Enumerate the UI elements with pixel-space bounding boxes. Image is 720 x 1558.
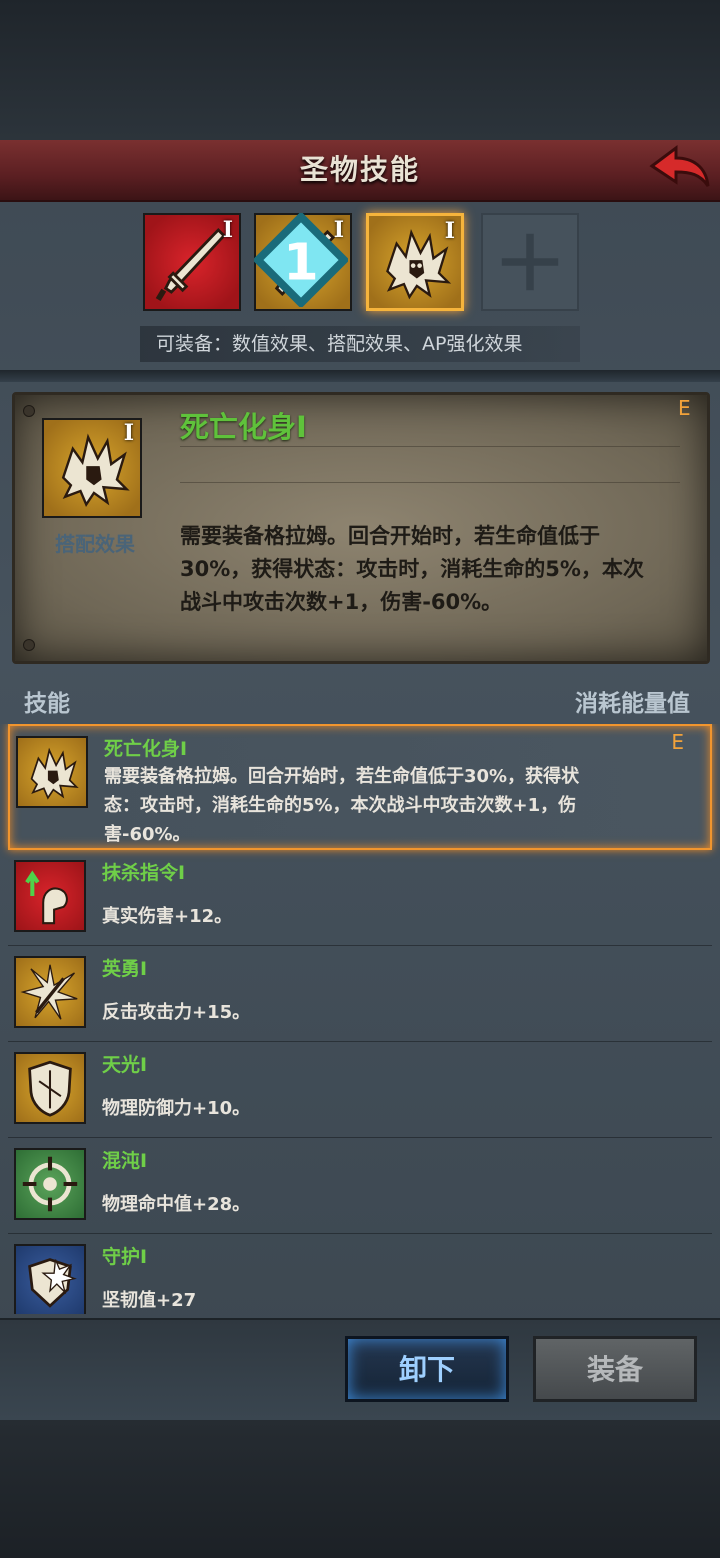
slot-1[interactable]: I	[143, 213, 241, 311]
gem-badge-count: 1	[283, 234, 318, 293]
skill-name: 抹杀指令Ⅰ	[102, 862, 186, 884]
guard-shield-icon	[28, 1258, 77, 1308]
skill-icon	[14, 860, 86, 932]
list-header-energy: 消耗能量值	[575, 691, 690, 717]
detail-skill-icon: I	[42, 418, 142, 518]
skill-desc: 物理防御力+10。	[102, 1098, 251, 1119]
skill-list-item[interactable]: 死亡化身Ⅰ E 需要装备格拉姆。回合开始时，若生命值低于30%，获得状态：攻击时…	[8, 724, 712, 850]
slot-grade: I	[222, 217, 233, 243]
page-title: 圣物技能	[299, 153, 420, 186]
back-arrow-icon	[649, 145, 710, 187]
rivet	[23, 405, 35, 417]
skill-desc: 物理命中值+28。	[102, 1194, 251, 1215]
slot-3[interactable]: I	[366, 213, 464, 311]
back-button[interactable]	[646, 142, 712, 194]
skill-list-item[interactable]: 抹杀指令Ⅰ 真实伤害+12。	[8, 850, 712, 946]
slot-grade: I	[444, 218, 455, 244]
arm-strength-icon	[25, 870, 68, 925]
bottom-background	[0, 1418, 720, 1558]
skill-icon	[14, 1244, 86, 1314]
detail-skill-name: 死亡化身Ⅰ	[180, 410, 307, 444]
skill-list-item[interactable]: 守护Ⅰ 坚韧值+27	[8, 1234, 712, 1314]
empty-cross-icon	[501, 233, 559, 291]
skill-list-item[interactable]: 天光Ⅰ 物理防御力+10。	[8, 1042, 712, 1138]
skill-list-item[interactable]: 英勇Ⅰ 反击攻击力+15。	[8, 946, 712, 1042]
crosshair-icon	[22, 1156, 78, 1212]
death-skull-icon	[30, 747, 79, 800]
detail-rule	[180, 482, 680, 483]
skill-desc: 真实伤害+12。	[102, 906, 233, 927]
skill-name: 死亡化身Ⅰ	[104, 738, 188, 760]
skill-desc: 反击攻击力+15。	[102, 1002, 251, 1023]
detail-grade-badge: E	[678, 396, 691, 420]
skill-name: 混沌Ⅰ	[102, 1150, 148, 1172]
skill-icon	[14, 1052, 86, 1124]
slot-4-empty[interactable]	[481, 213, 579, 311]
skill-name: 守护Ⅰ	[102, 1246, 148, 1268]
skill-name: 天光Ⅰ	[102, 1054, 148, 1076]
skill-list-item[interactable]: 混沌Ⅰ 物理命中值+28。	[8, 1138, 712, 1234]
detail-type-label: 搭配效果	[55, 532, 135, 556]
top-background	[0, 0, 720, 140]
detail-icon-grade: I	[123, 420, 134, 446]
skill-list[interactable]: 死亡化身Ⅰ E 需要装备格拉姆。回合开始时，若生命值低于30%，获得状态：攻击时…	[0, 724, 720, 1314]
unequip-button[interactable]: 卸下	[345, 1336, 509, 1402]
detail-rule	[180, 446, 680, 447]
equip-button[interactable]: 装备	[533, 1336, 697, 1402]
skill-desc: 坚韧值+27	[102, 1290, 197, 1311]
skill-name: 英勇Ⅰ	[102, 958, 148, 980]
shield-icon	[28, 1060, 72, 1117]
detail-description: 需要装备格拉姆。回合开始时，若生命值低于30%，获得状态：攻击时，消耗生命的5%…	[180, 524, 644, 614]
skill-icon	[14, 1148, 86, 1220]
list-header-skill: 技能	[24, 691, 70, 717]
skill-desc: 需要装备格拉姆。回合开始时，若生命值低于30%，获得状态：攻击时，消耗生命的5%…	[104, 766, 580, 845]
rivet	[23, 639, 35, 651]
skill-icon	[14, 956, 86, 1028]
skill-icon	[16, 736, 88, 808]
equip-hint: 可装备：数值效果、搭配效果、AP强化效果	[140, 326, 580, 362]
skill-grade: E	[671, 730, 684, 754]
divider	[0, 370, 720, 382]
arrow-burst-icon	[20, 964, 78, 1020]
gem-badge-icon: 1	[254, 213, 348, 307]
slot-2[interactable]: I 1	[254, 213, 352, 311]
